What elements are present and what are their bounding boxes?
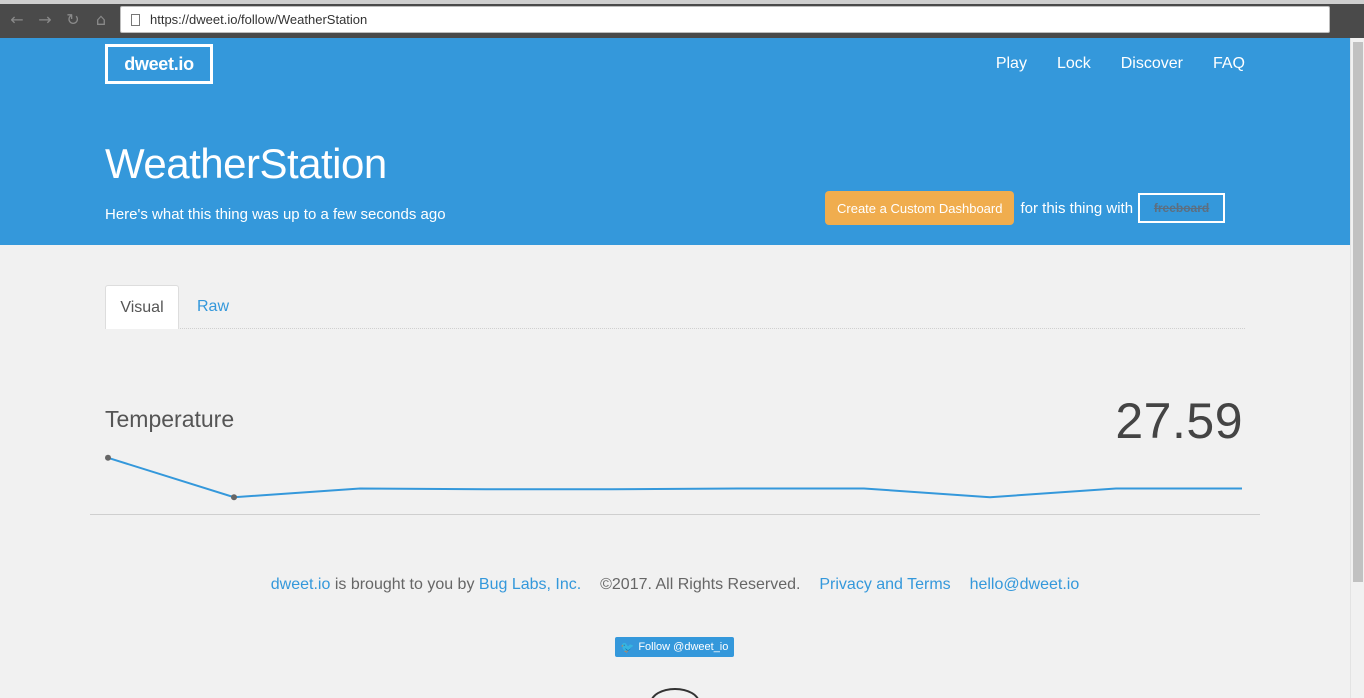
temperature-line	[107, 456, 1242, 499]
page-icon	[131, 13, 140, 26]
header-hero: dweet.io Play Lock Discover FAQ WeatherS…	[0, 38, 1350, 245]
metric-label: Temperature	[105, 406, 235, 432]
twitter-icon: 🐦	[620, 641, 635, 654]
address-bar[interactable]: https://dweet.io/follow/WeatherStation	[120, 6, 1330, 33]
dashboard-with-text: for this thing with	[1020, 199, 1134, 217]
url-text[interactable]: https://dweet.io/follow/WeatherStation	[150, 12, 367, 27]
temperature-point	[105, 454, 111, 461]
vertical-scrollbar[interactable]	[1350, 38, 1364, 698]
twitter-follow-button[interactable]: 🐦 Follow @dweet_io	[615, 637, 734, 657]
main-nav: Play Lock Discover FAQ	[996, 55, 1245, 73]
dashboard-cta: Create a Custom Dashboard for this thing…	[825, 191, 1226, 225]
footer-brand-link[interactable]: dweet.io	[271, 576, 331, 593]
footer-company-link[interactable]: Bug Labs, Inc.	[479, 576, 581, 593]
view-tabs: Visual Raw	[105, 285, 1245, 329]
footer: dweet.io is brought to you by Bug Labs, …	[0, 576, 1350, 594]
footer-privacy-link[interactable]: Privacy and Terms	[819, 576, 950, 593]
nav-discover[interactable]: Discover	[1121, 55, 1183, 73]
nav-lock[interactable]: Lock	[1057, 55, 1091, 73]
logo[interactable]: dweet.io	[105, 44, 213, 84]
page-subtitle: Here's what this thing was up to a few s…	[105, 206, 446, 223]
chart-divider	[90, 514, 1260, 515]
footer-brought-text: is brought to you by	[334, 576, 475, 593]
follow-label: Follow @dweet_io	[638, 641, 729, 653]
create-dashboard-button[interactable]: Create a Custom Dashboard	[825, 191, 1015, 225]
scrollbar-thumb[interactable]	[1353, 42, 1363, 582]
forward-icon[interactable]: →	[36, 10, 54, 29]
temperature-point	[231, 494, 237, 501]
badge-logo	[650, 688, 700, 698]
nav-faq[interactable]: FAQ	[1213, 55, 1245, 73]
browser-chrome: ← → ↻ ⌂ https://dweet.io/follow/WeatherS…	[0, 0, 1364, 38]
page-title: WeatherStation	[105, 140, 387, 187]
tab-raw[interactable]: Raw	[183, 285, 243, 329]
back-icon[interactable]: ←	[8, 10, 26, 29]
footer-copyright: ©2017. All Rights Reserved.	[600, 576, 801, 593]
browser-nav-buttons: ← → ↻ ⌂	[8, 10, 110, 29]
browser-tab-strip	[0, 0, 1364, 4]
tab-visual[interactable]: Visual	[105, 285, 179, 329]
reload-icon[interactable]: ↻	[64, 10, 82, 29]
nav-play[interactable]: Play	[996, 55, 1027, 73]
temperature-sparkline	[105, 454, 1242, 501]
freeboard-button[interactable]: freeboard	[1138, 193, 1226, 223]
metric-value: 27.59	[1115, 393, 1243, 449]
home-icon[interactable]: ⌂	[92, 10, 110, 29]
footer-email-link[interactable]: hello@dweet.io	[970, 576, 1080, 593]
